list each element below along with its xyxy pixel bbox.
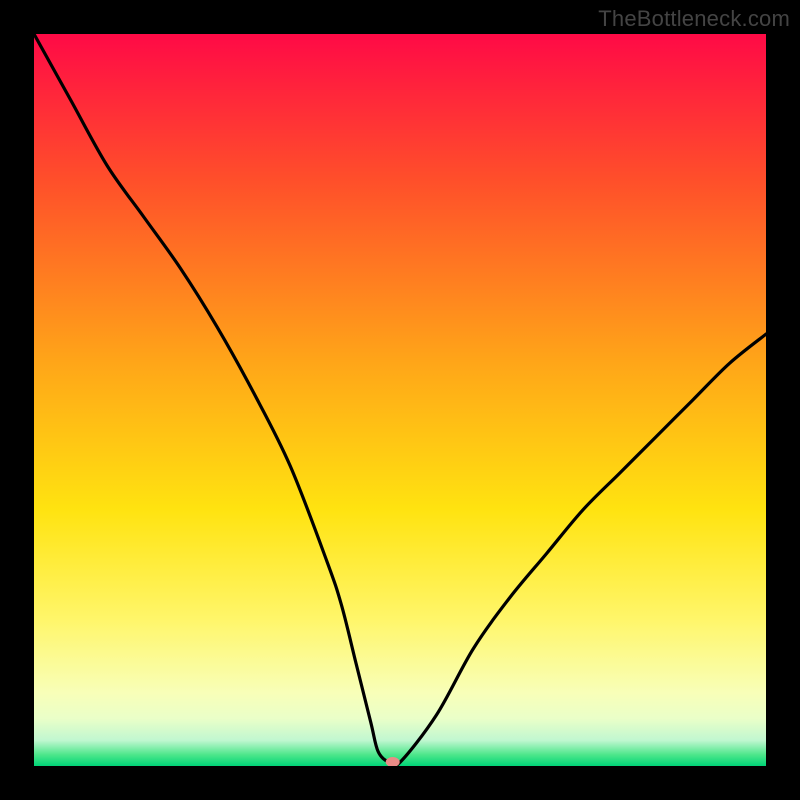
plot-area (34, 34, 766, 766)
chart-frame: TheBottleneck.com (0, 0, 800, 800)
watermark-text: TheBottleneck.com (598, 6, 790, 32)
chart-svg (34, 34, 766, 766)
gradient-background (34, 34, 766, 766)
